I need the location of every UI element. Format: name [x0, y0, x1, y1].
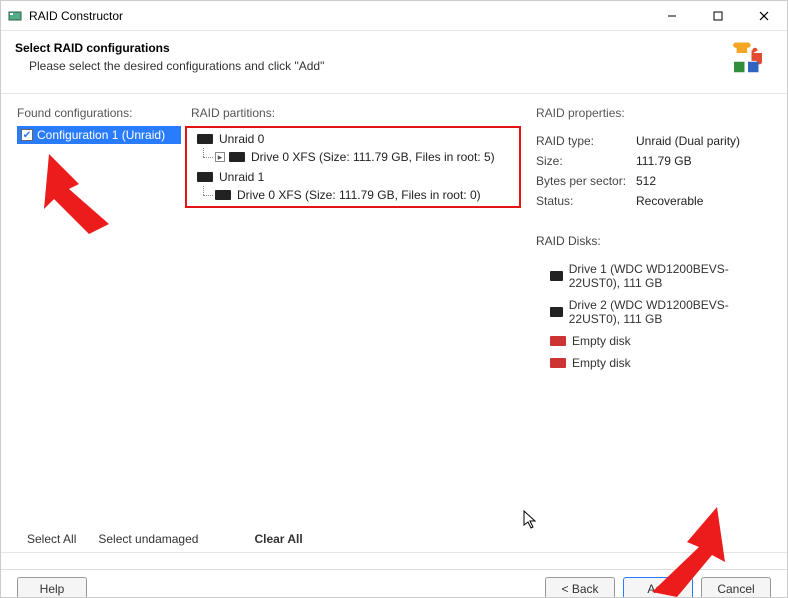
partitions-label: RAID partitions: [191, 106, 516, 120]
empty-disk-icon [550, 358, 566, 368]
disks-label: RAID Disks: [536, 234, 771, 248]
clear-all-link[interactable]: Clear All [254, 532, 302, 546]
disk-icon [229, 152, 245, 162]
disk-icon [550, 307, 563, 317]
config-checkbox[interactable]: ✔ [21, 129, 33, 141]
back-button[interactable]: < Back [545, 577, 615, 598]
prop-size: Size:111.79 GB [536, 154, 771, 168]
help-button[interactable]: Help [17, 577, 87, 598]
disk-icon [215, 190, 231, 200]
expand-icon[interactable]: ▸ [215, 152, 225, 162]
app-icon [7, 8, 23, 24]
disk-icon [197, 134, 213, 144]
selection-links: Select All Select undamaged Clear All [1, 526, 787, 552]
puzzle-icon [727, 39, 769, 81]
cancel-button[interactable]: Cancel [701, 577, 771, 598]
disk-entry-empty: Empty disk [550, 356, 771, 370]
add-button[interactable]: Add [623, 577, 693, 598]
page-subtitle: Please select the desired configurations… [15, 59, 727, 73]
select-all-link[interactable]: Select All [27, 532, 76, 546]
select-undamaged-link[interactable]: Select undamaged [98, 532, 198, 546]
page-title: Select RAID configurations [15, 41, 727, 55]
disk-entry: Drive 1 (WDC WD1200BEVS-22UST0), 111 GB [550, 262, 771, 290]
prop-raid-type: RAID type:Unraid (Dual parity) [536, 134, 771, 148]
wizard-footer: Help < Back Add Cancel [1, 569, 787, 597]
maximize-button[interactable] [695, 1, 741, 30]
config-label: Configuration 1 (Unraid) [37, 128, 165, 142]
title-bar: RAID Constructor [1, 1, 787, 31]
wizard-header: Select RAID configurations Please select… [1, 31, 787, 93]
found-config-item[interactable]: ✔ Configuration 1 (Unraid) [17, 126, 181, 144]
tree-node-unraid1[interactable]: Unraid 1 [197, 168, 516, 186]
found-configs-list[interactable]: ✔ Configuration 1 (Unraid) [17, 126, 181, 526]
partitions-tree[interactable]: Unraid 0 ▸ Drive 0 XFS (Size: 111.79 GB,… [191, 126, 516, 526]
properties-label: RAID properties: [536, 106, 771, 120]
tree-node-drive-u1[interactable]: Drive 0 XFS (Size: 111.79 GB, Files in r… [197, 186, 516, 204]
disk-entry-empty: Empty disk [550, 334, 771, 348]
disk-entry: Drive 2 (WDC WD1200BEVS-22UST0), 111 GB [550, 298, 771, 326]
prop-bytes-per-sector: Bytes per sector:512 [536, 174, 771, 188]
empty-disk-icon [550, 336, 566, 346]
close-button[interactable] [741, 1, 787, 30]
disk-icon [197, 172, 213, 182]
disk-icon [550, 271, 563, 281]
tree-node-drive-u0[interactable]: ▸ Drive 0 XFS (Size: 111.79 GB, Files in… [197, 148, 516, 166]
minimize-button[interactable] [649, 1, 695, 30]
prop-status: Status:Recoverable [536, 194, 771, 208]
found-configs-label: Found configurations: [17, 106, 181, 120]
cursor-icon [523, 510, 539, 533]
window-title: RAID Constructor [29, 9, 649, 23]
tree-node-unraid0[interactable]: Unraid 0 [197, 130, 516, 148]
